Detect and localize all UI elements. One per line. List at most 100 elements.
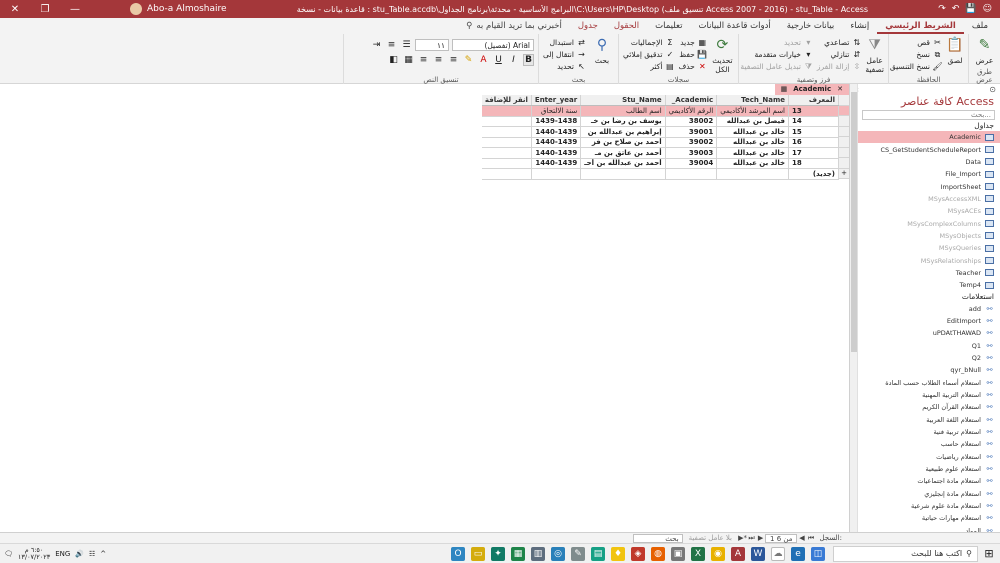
empty-cell[interactable] xyxy=(531,168,582,180)
app-icon[interactable]: ✎ xyxy=(571,546,585,561)
firefox-icon[interactable]: ◍ xyxy=(651,546,665,561)
close-button[interactable]: ✕ xyxy=(0,0,30,18)
cell-tech-name[interactable]: اسم المرشد الأكاديمي xyxy=(716,105,789,117)
table-row[interactable]: 14 فيصل بن عبدالله 38002 يوسف بن رضا بن … xyxy=(481,116,839,127)
tell-me-box[interactable]: ⚲ أخبرني بما تريد القيام به xyxy=(458,18,570,34)
cell-enter-year[interactable]: 1439-1438 xyxy=(531,116,582,127)
table-row[interactable]: 16 خالد بن عبدالله 39002 أحمد بن صلاح بن… xyxy=(481,137,839,148)
restore-button[interactable]: ❐ xyxy=(30,0,60,18)
nav-section-queries[interactable]: استعلامات xyxy=(850,291,1000,302)
goto-button[interactable]: → انتقال إلى xyxy=(543,50,586,59)
app-icon[interactable]: ✦ xyxy=(491,546,505,561)
nav-table-item[interactable]: File_Import xyxy=(850,168,1000,180)
bold-icon[interactable]: B xyxy=(523,54,534,66)
empty-cell[interactable] xyxy=(580,168,666,180)
chevron-up-icon[interactable]: ^ xyxy=(100,550,106,558)
bullets-icon[interactable]: ☰ xyxy=(401,40,412,50)
next-record-icon[interactable]: ▶ xyxy=(756,534,765,542)
cell-tech-name[interactable]: فيصل بن عبدالله xyxy=(716,116,789,127)
cell-stu-name[interactable]: أحمد بن صلاح بن فز xyxy=(580,137,666,148)
cell-id[interactable]: 18 xyxy=(788,158,839,169)
cell-academic[interactable]: 39004 xyxy=(665,158,718,169)
tab-external-data[interactable]: بيانات خارجية xyxy=(779,18,843,34)
align-center-icon[interactable]: ≡ xyxy=(433,55,444,65)
tab-file[interactable]: ملف xyxy=(964,18,996,34)
outlook-icon[interactable]: O xyxy=(451,546,465,561)
record-selector[interactable] xyxy=(839,105,849,116)
app-icon[interactable]: ▦ xyxy=(511,546,525,561)
cell-id[interactable]: 16 xyxy=(788,137,839,148)
cell-academic[interactable]: الرقم الأكاديمي xyxy=(665,105,718,117)
save-icon[interactable]: 💾 xyxy=(965,4,976,14)
minimize-button[interactable]: — xyxy=(60,0,90,18)
underline-icon[interactable]: U xyxy=(493,55,504,65)
cell-stu-name[interactable]: أحمد بن عبدالله بن أحـ xyxy=(580,158,666,169)
app-icon[interactable]: ◈ xyxy=(631,546,645,561)
nav-query-item[interactable]: ⚯ استعلام التربية المهنية xyxy=(850,389,1000,401)
network-icon[interactable]: ☷ xyxy=(89,550,95,558)
start-icon[interactable]: ⊞ xyxy=(978,544,1000,563)
filter-button[interactable]: ⧩ عامل تصفية xyxy=(865,36,884,74)
cell-add[interactable] xyxy=(481,158,532,169)
file-explorer-icon[interactable]: ▭ xyxy=(471,546,485,561)
record-selector[interactable] xyxy=(839,126,849,137)
cell-add[interactable] xyxy=(481,147,532,159)
excel-icon[interactable]: X xyxy=(691,546,705,561)
filter-status[interactable]: بلا عامل تصفية xyxy=(689,534,732,542)
tab-help[interactable]: تعليمات xyxy=(647,18,690,34)
delete-record-button[interactable]: ✕ حذف xyxy=(678,62,706,71)
tab-home[interactable]: الشريط الرئيسي xyxy=(877,18,964,34)
cell-add[interactable] xyxy=(481,105,532,117)
nav-query-item[interactable]: ⚯ استعلام حاسب xyxy=(850,438,1000,450)
nav-table-item[interactable]: MSysObjects xyxy=(850,230,1000,242)
cell-tech-name[interactable]: خالد بن عبدالله xyxy=(716,147,789,159)
align-right-icon[interactable]: ≡ xyxy=(448,55,459,65)
app-icon[interactable]: ▤ xyxy=(591,546,605,561)
task-view-icon[interactable]: ◫ xyxy=(811,546,825,561)
nav-query-item[interactable]: ⚯ EditImport xyxy=(850,315,1000,327)
nav-query-item[interactable]: ⚯ Q2 xyxy=(850,352,1000,364)
selection-button[interactable]: ▾ تحديد xyxy=(740,38,813,47)
font-color-icon[interactable]: A xyxy=(478,55,489,65)
nav-table-item[interactable]: MSysQueries xyxy=(850,242,1000,254)
edge-icon[interactable]: e xyxy=(791,546,805,561)
fill-color-icon[interactable]: ◧ xyxy=(388,55,399,65)
last-record-icon[interactable]: ⏭ xyxy=(747,534,756,543)
nav-query-item[interactable]: ⚯ استعلام مادة إنجليزي xyxy=(850,488,1000,500)
cell-add[interactable] xyxy=(481,126,532,138)
new-record-row[interactable]: (جديد) xyxy=(481,168,839,180)
cell-enter-year[interactable]: 1440-1439 xyxy=(531,158,582,169)
chrome-icon[interactable]: ◉ xyxy=(711,546,725,561)
table-row[interactable]: 13 اسم المرشد الأكاديمي الرقم الأكاديمي … xyxy=(481,105,839,117)
sort-descending-button[interactable]: ⇵ تنازلي xyxy=(817,50,861,59)
record-search-input[interactable]: بحث xyxy=(632,533,683,543)
cell-enter-year[interactable]: 1440-1439 xyxy=(531,147,582,159)
cell-academic[interactable]: 39003 xyxy=(665,147,718,159)
first-record-icon[interactable]: ⏮ xyxy=(806,534,815,543)
toggle-filter-button[interactable]: ⧩ تبديل عامل التصفية xyxy=(740,62,813,72)
nav-menu-icon[interactable]: ⊙ xyxy=(989,85,996,94)
remove-sort-button[interactable]: ⇳ إزالة الفرز xyxy=(817,62,861,71)
format-painter-button[interactable]: 🖌 نسخ التنسيق xyxy=(890,62,943,71)
cell-enter-year[interactable]: سنة الالتحاق xyxy=(531,105,582,117)
cell-enter-year[interactable]: 1440-1439 xyxy=(531,137,582,148)
user-account[interactable]: Abo-a Almoshaire xyxy=(130,3,227,15)
close-tab-icon[interactable]: ✕ xyxy=(837,84,843,95)
cut-button[interactable]: ✂ قص xyxy=(890,38,942,47)
cell-tech-name[interactable]: خالد بن عبدالله xyxy=(716,158,789,169)
empty-cell[interactable] xyxy=(665,168,718,180)
table-row[interactable]: 17 خالد بن عبدالله 39003 أحمد بن عاتق بن… xyxy=(481,147,839,159)
notifications-icon[interactable]: 🗨 xyxy=(4,550,13,558)
document-tab-academic[interactable]: ▦ Academic ✕ xyxy=(774,84,849,95)
nav-query-item[interactable]: ⚯ Q1 xyxy=(850,340,1000,352)
indent-icon[interactable]: ⇥ xyxy=(371,40,382,50)
cell-stu-name[interactable]: اسم الطالب xyxy=(580,105,666,117)
nav-table-item[interactable]: MSysComplexColumns xyxy=(850,217,1000,229)
nav-query-item[interactable]: ⚯ uPDAtTHAWAD xyxy=(850,327,1000,339)
nav-scroll-thumb[interactable] xyxy=(851,92,857,352)
view-button[interactable]: ✎ عرض xyxy=(973,36,996,65)
cell-academic[interactable]: 39002 xyxy=(665,137,718,148)
new-record-cell[interactable]: (جديد) xyxy=(788,168,839,180)
record-selector[interactable] xyxy=(839,116,849,127)
nav-table-item[interactable]: MSysRelationships xyxy=(850,254,1000,266)
